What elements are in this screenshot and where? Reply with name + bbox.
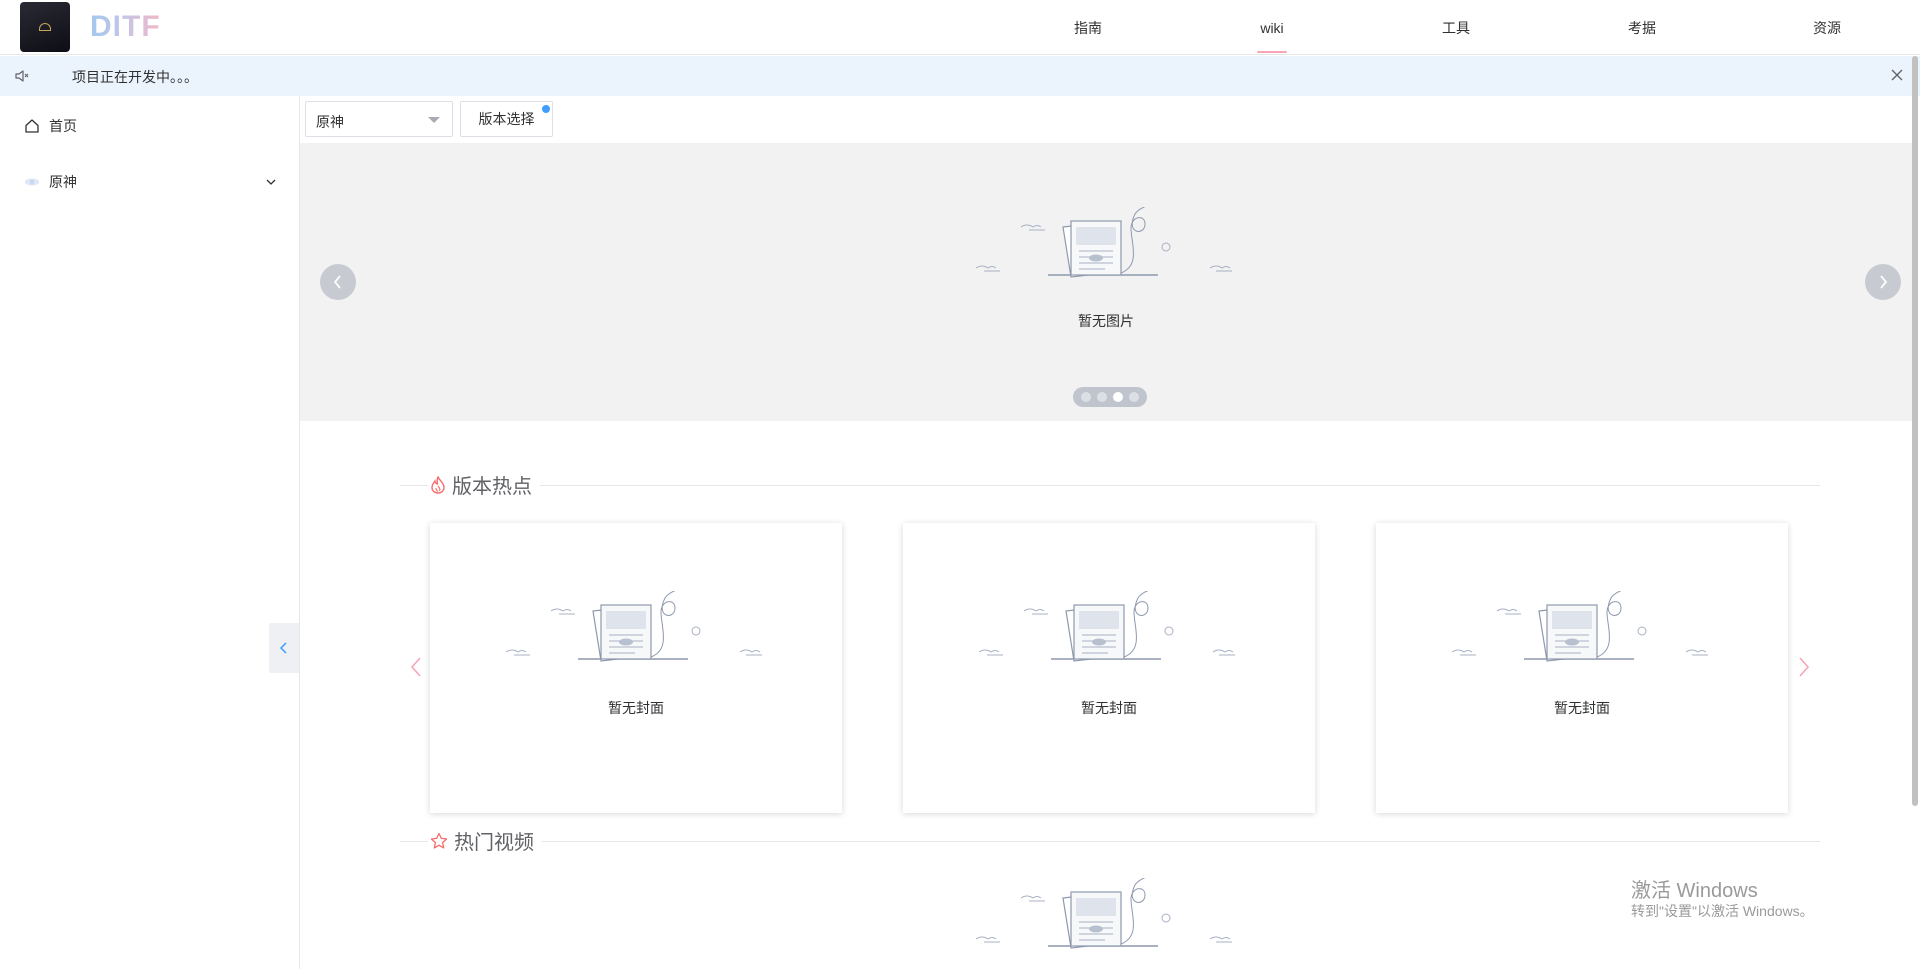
game-select[interactable]: 原神 <box>305 101 453 137</box>
banner-carousel: 暂无图片 <box>300 143 1912 421</box>
hot-version-card-1[interactable]: 暂无封面 <box>430 523 842 813</box>
version-select-label: 版本选择 <box>478 111 535 127</box>
windows-watermark-subtitle: 转到"设置"以激活 Windows。 <box>1631 903 1814 919</box>
hot-version-card-3[interactable]: 暂无封面 <box>1376 523 1788 813</box>
home-icon <box>25 119 39 133</box>
sidebar-item-genshin[interactable]: 原神 <box>0 154 299 210</box>
carousel-dot-2[interactable] <box>1097 392 1107 402</box>
carousel-indicators <box>1073 387 1147 407</box>
card-empty-text: 暂无封面 <box>608 700 664 716</box>
section-title-hot-video: 热门视频 <box>428 826 542 855</box>
site-logo[interactable] <box>20 2 70 52</box>
chevron-right-icon <box>1880 275 1888 289</box>
close-icon[interactable] <box>1890 68 1904 82</box>
empty-cover-illustration <box>1452 591 1708 662</box>
card-empty-text: 暂无封面 <box>1081 700 1137 716</box>
empty-cover-illustration <box>506 591 762 662</box>
carousel-next-button[interactable] <box>1865 264 1901 300</box>
chevron-left-icon <box>279 642 287 654</box>
empty-image-illustration <box>976 207 1232 278</box>
nav-guide[interactable]: 指南 <box>1068 0 1108 55</box>
top-header: DITF 指南 wiki 工具 考据 资源 <box>0 0 1920 55</box>
empty-video-illustration <box>976 878 1232 949</box>
sidebar-item-label: 首页 <box>49 118 77 134</box>
section-divider <box>400 485 1820 486</box>
notice-bar: 项目正在开发中。。。 <box>0 56 1920 96</box>
notice-text: 项目正在开发中。。。 <box>72 69 198 85</box>
game-select-value: 原神 <box>316 114 344 130</box>
carousel-dot-4[interactable] <box>1129 392 1139 402</box>
speaker-icon <box>15 70 29 82</box>
nav-tools[interactable]: 工具 <box>1436 0 1476 55</box>
fire-icon <box>431 475 445 494</box>
section-divider <box>400 841 1820 842</box>
carousel-prev-button[interactable] <box>320 264 356 300</box>
notification-badge <box>542 105 550 113</box>
nav-research[interactable]: 考据 <box>1622 0 1662 55</box>
cards-next-icon[interactable] <box>1797 656 1811 678</box>
sidebar-collapse-button[interactable] <box>269 623 299 673</box>
star-icon <box>430 832 448 849</box>
card-empty-text: 暂无封面 <box>1554 700 1610 716</box>
page-scrollbar[interactable] <box>1912 56 1918 806</box>
hot-version-card-2[interactable]: 暂无封面 <box>903 523 1315 813</box>
empty-cover-illustration <box>979 591 1235 662</box>
sidebar: 首页 原神 <box>0 96 300 969</box>
sidebar-item-label: 原神 <box>49 174 77 190</box>
nav-wiki[interactable]: wiki <box>1252 0 1292 55</box>
genshin-icon <box>24 178 40 186</box>
section-title-text: 热门视频 <box>454 832 534 854</box>
brand-title[interactable]: DITF <box>90 10 161 44</box>
windows-watermark-title: 激活 Windows <box>1631 880 1758 902</box>
section-title-text: 版本热点 <box>452 476 532 498</box>
dropdown-arrow-icon <box>428 117 440 123</box>
carousel-dot-3[interactable] <box>1113 392 1123 402</box>
section-title-hot-version: 版本热点 <box>428 470 540 499</box>
carousel-dot-1[interactable] <box>1081 392 1091 402</box>
chevron-left-icon <box>333 275 341 289</box>
nav-resources[interactable]: 资源 <box>1807 0 1847 55</box>
chevron-down-icon <box>266 179 276 185</box>
version-select-button[interactable]: 版本选择 <box>460 101 553 137</box>
sidebar-item-home[interactable]: 首页 <box>0 98 299 154</box>
carousel-empty-text: 暂无图片 <box>1078 313 1134 329</box>
cards-prev-icon[interactable] <box>409 656 423 678</box>
